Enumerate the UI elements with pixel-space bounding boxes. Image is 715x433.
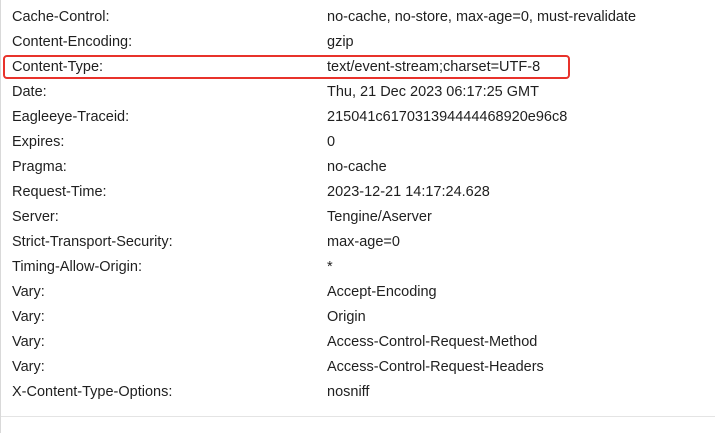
header-row: Content-Encoding: gzip xyxy=(1,30,715,55)
header-name: Cache-Control: xyxy=(12,9,110,25)
header-value: no-cache xyxy=(327,159,387,175)
header-row: Eagleeye-Traceid: 215041c6170313944444689… xyxy=(1,105,715,130)
header-name: Vary: xyxy=(12,309,45,325)
header-row: Vary: Access-Control-Request-Headers xyxy=(1,355,715,380)
header-value: gzip xyxy=(327,34,354,50)
header-value: 215041c617031394444468920e96c8 xyxy=(327,109,568,125)
header-row: Vary: Accept-Encoding xyxy=(1,280,715,305)
header-row-highlighted: Content-Type: text/event-stream;charset=U… xyxy=(1,55,715,80)
header-value: Accept-Encoding xyxy=(327,284,437,300)
header-value: Origin xyxy=(327,309,366,325)
header-name: Eagleeye-Traceid: xyxy=(12,109,130,125)
header-name: Content-Encoding: xyxy=(12,34,133,50)
header-row: X-Content-Type-Options: nosniff xyxy=(1,380,715,405)
header-value: Access-Control-Request-Method xyxy=(327,334,538,350)
header-value: 2023-12-21 14:17:24.628 xyxy=(327,184,490,200)
header-row: Expires: 0 xyxy=(1,130,715,155)
header-name: Vary: xyxy=(12,334,45,350)
header-row: Server: Tengine/Aserver xyxy=(1,205,715,230)
header-row: Vary: Origin xyxy=(1,305,715,330)
header-value: Access-Control-Request-Headers xyxy=(327,359,544,375)
header-name: Request-Time: xyxy=(12,184,107,200)
header-value: no-cache, no-store, max-age=0, must-reva… xyxy=(327,9,637,25)
response-headers-list: Cache-Control: no-cache, no-store, max-ag… xyxy=(1,5,715,405)
header-row: Vary: Access-Control-Request-Method xyxy=(1,330,715,355)
header-row: Date: Thu, 21 Dec 2023 06:17:25 GMT xyxy=(1,80,715,105)
header-name: Date: xyxy=(12,84,47,100)
header-name: Vary: xyxy=(12,284,45,300)
header-name: Server: xyxy=(12,209,59,225)
header-value: 0 xyxy=(327,134,336,150)
header-name: Strict-Transport-Security: xyxy=(12,234,173,250)
header-value: Tengine/Aserver xyxy=(327,209,432,225)
header-name: Content-Type: xyxy=(12,59,104,75)
header-row: Pragma: no-cache xyxy=(1,155,715,180)
header-row: Request-Time: 2023-12-21 14:17:24.628 xyxy=(1,180,715,205)
header-row: Strict-Transport-Security: max-age=0 xyxy=(1,230,715,255)
header-name: Vary: xyxy=(12,359,45,375)
header-value: max-age=0 xyxy=(327,234,400,250)
header-row: Cache-Control: no-cache, no-store, max-ag… xyxy=(1,5,715,30)
bottom-divider xyxy=(1,416,715,417)
header-value: * xyxy=(327,259,333,275)
header-value: Thu, 21 Dec 2023 06:17:25 GMT xyxy=(327,84,539,100)
header-name: X-Content-Type-Options: xyxy=(12,384,173,400)
header-row: Timing-Allow-Origin: * xyxy=(1,255,715,280)
header-name: Timing-Allow-Origin: xyxy=(12,259,142,275)
header-name: Expires: xyxy=(12,134,65,150)
header-value: nosniff xyxy=(327,384,370,400)
header-name: Pragma: xyxy=(12,159,67,175)
response-headers-panel: Cache-Control: no-cache, no-store, max-ag… xyxy=(0,0,715,433)
header-value: text/event-stream;charset=UTF-8 xyxy=(327,59,541,75)
